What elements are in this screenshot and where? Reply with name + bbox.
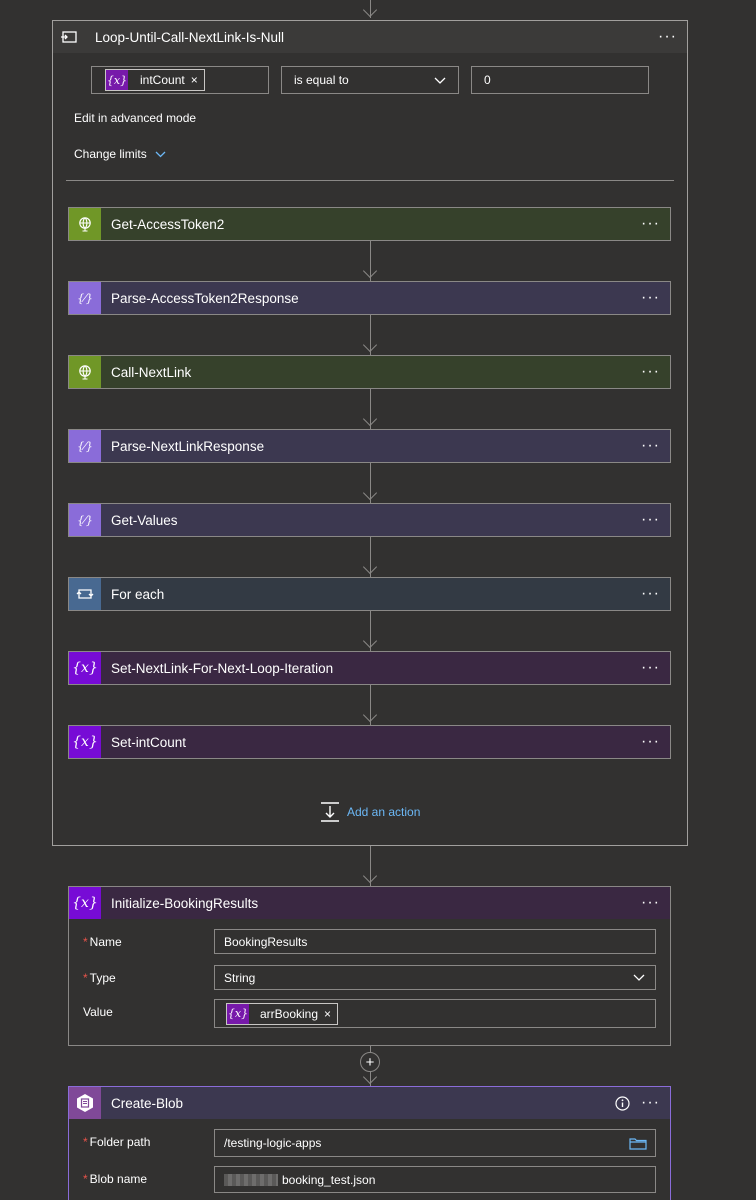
action-get-accesstoken2[interactable]: Get-AccessToken2 ··· — [68, 207, 671, 241]
more-options-icon[interactable]: ··· — [641, 364, 660, 380]
create-blob-card: Create-Blob ··· * Folder path /testing-lo… — [68, 1086, 671, 1200]
type-select[interactable]: String — [214, 965, 656, 990]
more-options-icon[interactable]: ··· — [641, 895, 660, 911]
parse-json-icon: {⁄} — [69, 430, 101, 462]
until-loop-header[interactable]: Loop-Until-Call-NextLink-Is-Null ··· — [53, 21, 687, 53]
more-options-icon[interactable]: ··· — [658, 29, 677, 45]
add-action-icon — [321, 802, 339, 822]
more-options-icon[interactable]: ··· — [641, 216, 660, 232]
token-label: intCount — [140, 73, 185, 87]
variable-icon: {x} — [69, 726, 101, 758]
name-input[interactable]: BookingResults — [214, 929, 656, 954]
action-call-nextlink[interactable]: Call-NextLink ··· — [68, 355, 671, 389]
create-blob-header[interactable]: Create-Blob ··· — [69, 1087, 670, 1119]
svg-text:{⁄}: {⁄} — [77, 292, 93, 305]
change-limits-link[interactable]: Change limits — [74, 147, 166, 161]
variable-icon: {x} — [227, 1003, 249, 1024]
action-label: Get-AccessToken2 — [111, 216, 225, 232]
initialize-variable-header[interactable]: {x} Initialize-BookingResults ··· — [69, 887, 670, 919]
action-get-values[interactable]: {⁄} Get-Values ··· — [68, 503, 671, 537]
intcount-token: {x} intCount × — [105, 69, 205, 91]
edit-advanced-mode-link[interactable]: Edit in advanced mode — [74, 111, 196, 125]
parse-json-icon: {⁄} — [69, 504, 101, 536]
folder-icon[interactable] — [629, 1137, 647, 1150]
token-remove-icon[interactable]: × — [191, 73, 204, 87]
initialize-variable-card: {x} Initialize-BookingResults ··· * Name … — [68, 886, 671, 1046]
action-for-each[interactable]: For each ··· — [68, 577, 671, 611]
more-options-icon[interactable]: ··· — [641, 660, 660, 676]
variable-icon: {x} — [69, 652, 101, 684]
http-globe-icon — [69, 356, 101, 388]
name-label: * Name — [83, 935, 122, 949]
foreach-loop-icon — [69, 578, 101, 610]
connector-arrowhead — [362, 868, 378, 884]
plus-icon: + — [365, 1053, 375, 1071]
divider — [66, 180, 674, 181]
more-options-icon[interactable]: ··· — [641, 586, 660, 602]
add-action-label: Add an action — [347, 805, 421, 819]
redacted-text — [224, 1173, 278, 1186]
info-icon[interactable] — [615, 1096, 630, 1111]
action-label: For each — [111, 586, 165, 602]
insert-step-button[interactable]: + — [360, 1052, 380, 1072]
chevron-down-icon — [155, 151, 166, 157]
action-set-intcount[interactable]: {x} Set-intCount ··· — [68, 725, 671, 759]
action-label: Set-intCount — [111, 734, 187, 750]
until-loop-title: Loop-Until-Call-NextLink-Is-Null — [95, 29, 285, 45]
folder-path-label: * Folder path — [83, 1135, 151, 1149]
action-label: Set-NextLink-For-Next-Loop-Iteration — [111, 660, 334, 676]
action-parse-accesstoken2response[interactable]: {⁄} Parse-AccessToken2Response ··· — [68, 281, 671, 315]
chevron-down-icon — [434, 77, 446, 84]
blob-name-input[interactable]: booking_test.json — [214, 1166, 656, 1193]
type-label: * Type — [83, 971, 116, 985]
add-action-button[interactable]: Add an action — [319, 801, 420, 823]
until-loop-icon — [53, 21, 85, 53]
condition-right-operand[interactable]: 0 — [471, 66, 649, 94]
folder-path-input[interactable]: /testing-logic-apps — [214, 1129, 656, 1157]
chevron-down-icon — [633, 974, 645, 981]
change-limits-label: Change limits — [74, 147, 147, 161]
svg-text:{⁄}: {⁄} — [77, 440, 93, 453]
action-label: Get-Values — [111, 512, 178, 528]
blob-name-label: * Blob name — [83, 1172, 148, 1186]
operator-value: is equal to — [294, 73, 349, 87]
more-options-icon[interactable]: ··· — [641, 512, 660, 528]
svg-text:{⁄}: {⁄} — [77, 514, 93, 527]
action-label: Parse-AccessToken2Response — [111, 290, 299, 306]
card-title: Initialize-BookingResults — [111, 895, 259, 911]
http-globe-icon — [69, 208, 101, 240]
token-label: arrBooking — [260, 1006, 319, 1021]
action-label: Parse-NextLinkResponse — [111, 438, 265, 454]
more-options-icon[interactable]: ··· — [641, 734, 660, 750]
value-label: Value — [83, 1005, 113, 1019]
variable-icon: {x} — [69, 887, 101, 919]
action-set-nextlink[interactable]: {x} Set-NextLink-For-Next-Loop-Iteration… — [68, 651, 671, 685]
parse-json-icon: {⁄} — [69, 282, 101, 314]
more-options-icon[interactable]: ··· — [641, 438, 660, 454]
action-parse-nextlinkresponse[interactable]: {⁄} Parse-NextLinkResponse ··· — [68, 429, 671, 463]
condition-left-operand[interactable]: {x} intCount × — [91, 66, 269, 94]
action-label: Call-NextLink — [111, 364, 192, 380]
more-options-icon[interactable]: ··· — [641, 290, 660, 306]
connector-arrowhead — [362, 2, 378, 18]
blob-storage-icon — [69, 1087, 101, 1119]
card-title: Create-Blob — [111, 1095, 184, 1111]
connector-arrowhead — [362, 1069, 378, 1085]
condition-value: 0 — [484, 73, 491, 87]
token-remove-icon[interactable]: × — [324, 1007, 337, 1021]
value-input[interactable]: {x} arrBooking × — [214, 999, 656, 1028]
variable-icon: {x} — [106, 70, 128, 90]
more-options-icon[interactable]: ··· — [641, 1095, 660, 1111]
condition-operator-select[interactable]: is equal to — [281, 66, 459, 94]
arrbooking-token: {x} arrBooking × — [226, 1002, 339, 1025]
